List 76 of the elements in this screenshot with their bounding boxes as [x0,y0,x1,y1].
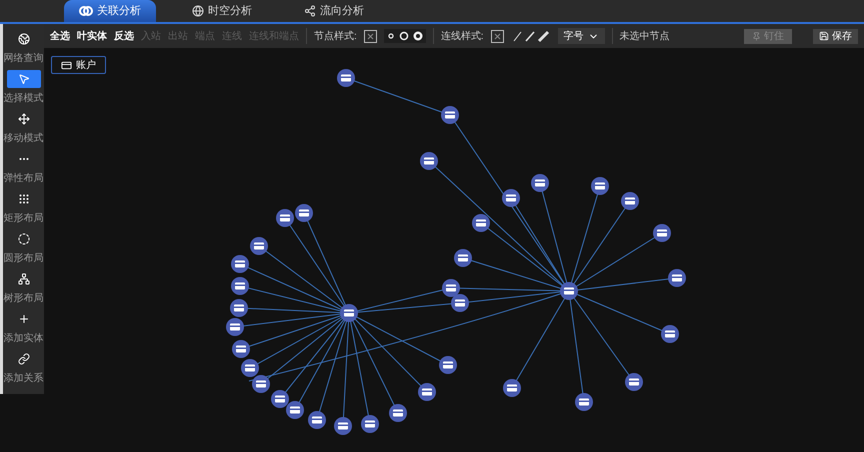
account-node[interactable] [276,209,294,227]
save-button[interactable]: 保存 [813,28,858,44]
tab[interactable]: 流向分析 [288,0,380,22]
checkbox-icon[interactable] [364,30,377,42]
account-node[interactable] [442,279,460,297]
checkbox-icon[interactable] [490,30,504,42]
share-icon [304,5,316,17]
account-node[interactable] [653,224,671,242]
account-node[interactable] [230,299,248,317]
account-node[interactable] [389,404,407,422]
node-size-options-icon[interactable] [384,29,426,43]
sidebar-item[interactable]: 圆形布局 [4,228,44,268]
pointer-icon [18,73,30,85]
link-icon [18,353,30,365]
tab[interactable]: 时空分析 [176,0,268,22]
sidebar-item[interactable]: 矩形布局 [4,188,44,228]
account-node[interactable] [308,411,326,429]
account-node[interactable] [625,373,643,391]
account-node[interactable] [661,325,679,343]
account-node[interactable] [503,379,521,397]
line-width-options-icon[interactable] [510,29,551,43]
account-node[interactable] [591,177,609,195]
account-node[interactable] [334,417,352,435]
sidebar-item[interactable]: 移动模式 [4,108,44,148]
pin-icon [752,32,761,40]
sidebar-item[interactable]: 树形布局 [4,268,44,308]
sidebar-item[interactable]: 添加实体 [4,308,44,348]
account-node[interactable] [560,282,578,300]
account-node[interactable] [286,401,304,419]
sidebar-item[interactable]: 网络查询 [4,28,44,68]
tree-icon [18,273,30,285]
account-node[interactable] [232,340,250,358]
toolbar-button[interactable]: 叶实体 [77,28,107,44]
account-node[interactable] [337,69,355,87]
account-node[interactable] [502,189,520,207]
sidebar-item[interactable]: 弹性布局 [4,148,44,188]
move-icon [18,113,30,125]
account-node[interactable] [531,174,549,192]
toolbar-button[interactable]: 全选 [50,28,70,44]
account-node[interactable] [340,304,358,322]
account-node[interactable] [231,255,249,273]
account-node[interactable] [241,359,259,377]
node-style-label: 节点样式: [314,30,357,44]
globe-icon [192,5,204,17]
account-node[interactable] [420,152,438,170]
toolbar-button[interactable]: 反选 [114,28,134,44]
account-node[interactable] [361,415,379,433]
legend-item[interactable]: 账户 [51,56,106,74]
line-style-label: 连线样式: [440,30,484,44]
account-node[interactable] [439,356,457,374]
account-node[interactable] [231,277,249,295]
tab[interactable]: 关联分析 [64,0,156,22]
account-node[interactable] [271,390,289,408]
account-node[interactable] [472,214,490,232]
account-node[interactable] [250,237,268,255]
sidebar-item[interactable]: 选择模式 [4,68,44,108]
circle-icon [18,233,30,245]
account-node[interactable] [451,294,469,312]
account-node[interactable] [668,269,686,287]
rings-icon [79,6,93,16]
grid-icon [18,193,30,205]
font-size-dropdown[interactable]: 字号 [558,28,605,44]
plus-icon [18,313,30,325]
account-node[interactable] [621,192,639,210]
account-node[interactable] [226,318,244,336]
account-node[interactable] [454,249,472,267]
sidebar-item[interactable]: 添加关系 [4,348,44,388]
account-node[interactable] [575,393,593,411]
account-node[interactable] [418,383,436,401]
account-node[interactable] [252,375,270,393]
card-icon [61,60,72,70]
account-node[interactable] [295,204,313,222]
globe-icon [18,33,30,45]
selection-status: 未选中节点 [620,30,670,44]
save-icon [819,31,829,41]
account-node[interactable] [441,106,459,124]
